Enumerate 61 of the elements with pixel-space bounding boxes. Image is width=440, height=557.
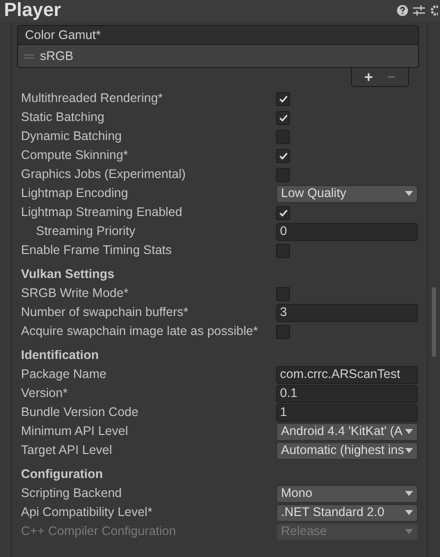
input-field[interactable]: 1 — [276, 404, 418, 422]
drag-handle-icon[interactable] — [24, 54, 34, 58]
setting-label: Graphics Jobs (Experimental) — [21, 166, 187, 184]
setting-label: Enable Frame Timing Stats — [21, 242, 173, 260]
setting-label: Number of swapchain buffers* — [21, 304, 190, 322]
check-icon — [278, 152, 288, 160]
setting-label: SRGB Write Mode* — [21, 285, 130, 302]
sliders-icon[interactable] — [413, 4, 425, 16]
window-title: Player — [4, 0, 62, 22]
setting-label: Multithreaded Rendering* — [21, 90, 164, 108]
section-header: Configuration — [21, 466, 103, 484]
checkbox[interactable] — [276, 148, 290, 162]
setting-label: Version* — [21, 385, 69, 402]
checkbox[interactable] — [276, 110, 290, 124]
caret-icon — [405, 529, 413, 534]
caret-icon — [405, 191, 413, 196]
checkbox[interactable] — [276, 244, 290, 258]
checkbox[interactable] — [276, 206, 290, 220]
list-item[interactable]: sRGB — [17, 45, 419, 68]
input-field[interactable]: com.crrc.ARScanTest — [276, 366, 418, 384]
input-field[interactable]: 0.1 — [276, 384, 418, 402]
caret-icon — [405, 491, 413, 496]
setting-label: Dynamic Batching — [21, 128, 123, 146]
check-icon — [278, 94, 288, 102]
setting-label: Target API Level — [21, 442, 114, 460]
help-icon[interactable] — [397, 4, 408, 16]
scrollbar-thumb[interactable] — [432, 287, 436, 357]
setting-label: C++ Compiler Configuration — [21, 523, 177, 540]
caret-icon — [405, 429, 413, 434]
setting-label: Lightmap Streaming Enabled — [21, 204, 184, 222]
setting-label: Lightmap Encoding — [21, 185, 130, 202]
dropdown[interactable]: Low Quality — [276, 184, 418, 202]
add-button[interactable]: + — [364, 70, 373, 84]
setting-label: Scripting Backend — [21, 485, 123, 502]
check-icon — [278, 114, 288, 122]
dropdown[interactable]: Android 4.4 'KitKat' (A — [276, 422, 418, 440]
setting-label: Bundle Version Code — [21, 404, 140, 422]
setting-label: Acquire swapchain image late as possible* — [21, 323, 259, 340]
checkbox[interactable] — [276, 286, 290, 300]
input-field[interactable]: 3 — [276, 304, 418, 322]
dropdown[interactable]: Mono — [276, 484, 418, 502]
checkbox[interactable] — [276, 168, 290, 182]
dropdown[interactable]: Automatic (highest ins — [276, 442, 418, 460]
section-header: Vulkan Settings — [21, 266, 114, 284]
caret-icon — [405, 510, 413, 515]
check-icon — [278, 208, 288, 216]
checkbox[interactable] — [276, 130, 290, 144]
checkbox[interactable] — [276, 92, 290, 106]
setting-label: Package Name — [21, 366, 108, 384]
input-field[interactable]: 0 — [276, 222, 418, 240]
setting-label: Streaming Priority — [35, 223, 136, 240]
caret-icon — [405, 448, 413, 453]
dropdown[interactable]: .NET Standard 2.0 — [276, 504, 418, 522]
checkbox[interactable] — [276, 324, 290, 338]
setting-label: Minimum API Level — [21, 423, 129, 440]
list-header: Color Gamut* — [17, 25, 419, 45]
section-header: Identification — [21, 347, 99, 364]
settings-icon[interactable] — [430, 4, 438, 16]
setting-label: Compute Skinning* — [21, 147, 130, 164]
setting-label: Api Compatibility Level* — [21, 504, 154, 522]
setting-label: Static Batching — [21, 109, 106, 126]
